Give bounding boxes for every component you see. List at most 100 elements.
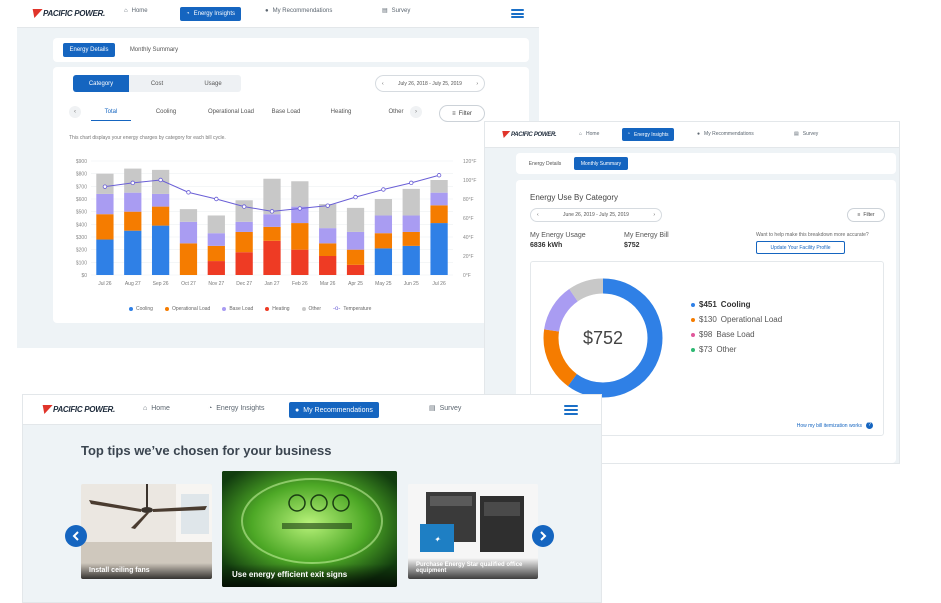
- bar-segment-base-load[interactable]: [151, 193, 170, 207]
- category-tab-operational-load[interactable]: Operational Load: [201, 109, 261, 121]
- filter-button[interactable]: ≡ Filter: [847, 208, 885, 222]
- bar-segment-cooling[interactable]: [96, 239, 114, 275]
- nav-my-recommendations[interactable]: ● My Recommendations: [265, 8, 332, 14]
- legend-operational-load[interactable]: Operational Load: [164, 306, 210, 312]
- temperature-point[interactable]: [353, 194, 358, 200]
- carousel-next-button[interactable]: [532, 525, 554, 547]
- pacific-power-logo[interactable]: PACIFIC POWER.: [39, 405, 115, 414]
- bar-segment-operational-load[interactable]: [430, 205, 448, 224]
- temperature-point[interactable]: [102, 184, 108, 189]
- bar-segment-operational-load[interactable]: [179, 243, 198, 275]
- tip-card-ceiling-fans[interactable]: Install ceiling fans: [81, 484, 212, 579]
- bar-segment-base-load[interactable]: [430, 192, 448, 206]
- tab-energy-details[interactable]: Energy Details: [63, 43, 115, 57]
- bar-segment-base-load[interactable]: [319, 228, 337, 244]
- nav-energy-insights[interactable]: ◔ Energy Insights: [208, 405, 264, 412]
- tip-card-energy-star[interactable]: ✦ Purchase Energy Star qualified office …: [408, 484, 538, 579]
- bar-segment-operational-load[interactable]: [124, 211, 142, 231]
- bar-segment-heating[interactable]: [207, 261, 225, 275]
- bar-segment-base-load[interactable]: [374, 215, 393, 234]
- bar-segment-base-load[interactable]: [402, 215, 420, 232]
- bar-segment-other[interactable]: [346, 207, 365, 232]
- category-tab-total[interactable]: Total: [91, 109, 131, 121]
- bar-segment-operational-load[interactable]: [319, 243, 337, 256]
- update-facility-profile-button[interactable]: Update Your Facility Profile: [756, 241, 845, 254]
- nav-energy-insights[interactable]: ◔ Energy Insights: [180, 7, 241, 21]
- pacific-power-logo[interactable]: PACIFIC POWER.: [29, 9, 105, 18]
- bar-segment-heating[interactable]: [291, 249, 309, 275]
- temperature-point[interactable]: [325, 203, 330, 208]
- menu-icon[interactable]: [511, 9, 524, 18]
- tab-energy-details[interactable]: Energy Details: [522, 157, 568, 170]
- nav-survey[interactable]: ▤ Survey: [429, 405, 461, 412]
- temperature-point[interactable]: [214, 196, 219, 202]
- nav-survey[interactable]: ▤ Survey: [794, 131, 818, 137]
- bar-segment-operational-load[interactable]: [374, 233, 393, 249]
- bar-segment-other[interactable]: [179, 209, 198, 222]
- tab-monthly-summary[interactable]: Monthly Summary: [123, 43, 185, 57]
- segment-category[interactable]: Category: [73, 75, 129, 92]
- temperature-point[interactable]: [130, 180, 135, 186]
- category-tab-heating[interactable]: Heating: [311, 109, 371, 121]
- bar-segment-operational-load[interactable]: [235, 231, 253, 253]
- bar-segment-other[interactable]: [430, 180, 448, 193]
- tab-monthly-summary[interactable]: Monthly Summary: [574, 157, 628, 170]
- legend-temperature[interactable]: -o- Temperature: [333, 306, 371, 312]
- bar-segment-other[interactable]: [96, 173, 114, 194]
- nav-my-recommendations[interactable]: ● My Recommendations: [697, 131, 754, 137]
- legend-other[interactable]: Other: [301, 306, 321, 312]
- temperature-point[interactable]: [158, 177, 163, 183]
- category-tab-cooling[interactable]: Cooling: [131, 109, 201, 121]
- bar-segment-cooling[interactable]: [430, 223, 448, 275]
- tip-card-exit-signs[interactable]: Use energy efficient exit signs: [222, 471, 397, 587]
- category-prev-icon[interactable]: ‹: [69, 106, 81, 118]
- temperature-point[interactable]: [381, 187, 386, 192]
- date-range-picker[interactable]: ‹ July 26, 2018 - July 25, 2019 ›: [375, 75, 485, 92]
- legend-cooling[interactable]: Cooling: [129, 306, 153, 312]
- nav-home[interactable]: ⌂ Home: [124, 8, 148, 14]
- chevron-left-icon[interactable]: ‹: [537, 212, 539, 218]
- bar-segment-base-load[interactable]: [124, 192, 142, 212]
- temperature-point[interactable]: [297, 206, 303, 211]
- temperature-point[interactable]: [241, 204, 247, 209]
- bar-segment-other[interactable]: [124, 168, 142, 193]
- bar-segment-other[interactable]: [291, 181, 309, 207]
- bar-segment-base-load[interactable]: [235, 221, 253, 232]
- bar-segment-operational-load[interactable]: [263, 226, 281, 241]
- legend-heating[interactable]: Heating: [265, 306, 290, 312]
- bar-segment-other[interactable]: [402, 188, 420, 216]
- temperature-point[interactable]: [186, 190, 191, 195]
- bar-segment-operational-load[interactable]: [207, 245, 225, 262]
- bar-segment-heating[interactable]: [263, 240, 281, 275]
- segment-cost[interactable]: Cost: [129, 75, 185, 92]
- bar-segment-operational-load[interactable]: [291, 223, 309, 250]
- temperature-point[interactable]: [269, 209, 275, 214]
- temperature-point[interactable]: [436, 173, 442, 178]
- bar-segment-other[interactable]: [235, 200, 253, 222]
- bar-segment-heating[interactable]: [235, 252, 253, 275]
- nav-home[interactable]: ⌂ Home: [579, 131, 599, 137]
- filter-button[interactable]: ≡ Filter: [439, 105, 485, 122]
- bar-segment-base-load[interactable]: [263, 214, 281, 227]
- chevron-left-icon[interactable]: ‹: [382, 81, 384, 87]
- nav-survey[interactable]: ▤ Survey: [382, 8, 410, 14]
- bar-segment-operational-load[interactable]: [151, 206, 170, 226]
- nav-my-recommendations[interactable]: ● My Recommendations: [289, 402, 379, 418]
- legend-base-load[interactable]: Base Load: [222, 306, 253, 312]
- bar-segment-operational-load[interactable]: [402, 231, 420, 246]
- bar-segment-heating[interactable]: [319, 256, 337, 275]
- bar-segment-cooling[interactable]: [402, 245, 420, 275]
- segment-usage[interactable]: Usage: [185, 75, 241, 92]
- bar-segment-heating[interactable]: [346, 264, 365, 275]
- chevron-right-icon[interactable]: ›: [653, 212, 655, 218]
- bar-segment-base-load[interactable]: [179, 221, 198, 244]
- nav-energy-insights[interactable]: ◔ Energy Insights: [622, 128, 674, 141]
- temperature-point[interactable]: [409, 180, 414, 186]
- bar-segment-base-load[interactable]: [207, 233, 225, 246]
- chevron-right-icon[interactable]: ›: [476, 81, 478, 87]
- bar-segment-base-load[interactable]: [346, 231, 365, 250]
- bar-segment-cooling[interactable]: [151, 225, 170, 275]
- date-range-picker[interactable]: ‹ June 26, 2019 - July 25, 2019 ›: [530, 208, 662, 222]
- bar-segment-other[interactable]: [207, 215, 225, 234]
- bar-segment-operational-load[interactable]: [346, 249, 365, 265]
